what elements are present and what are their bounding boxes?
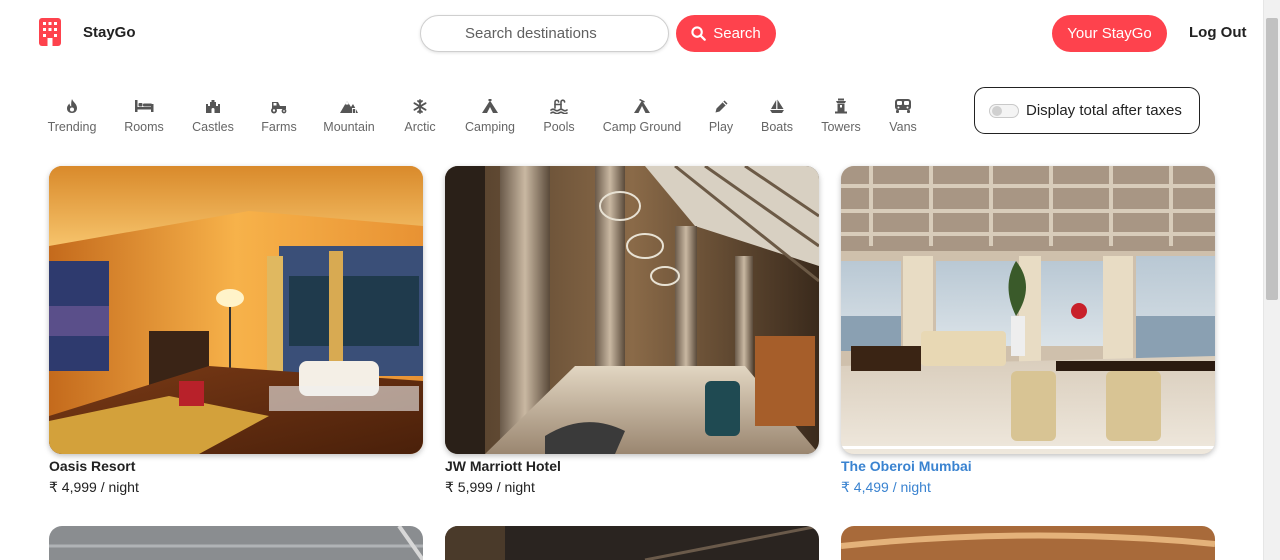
navbar: StayGo Search Your StayGo Log Out: [0, 0, 1263, 68]
listing-price: ₹ 4,999 / night: [49, 479, 139, 495]
listing-title: JW Marriott Hotel: [445, 458, 561, 474]
filter-label: Towers: [821, 120, 861, 134]
logout-link[interactable]: Log Out: [1189, 24, 1246, 41]
filter-vans[interactable]: Vans: [886, 96, 920, 140]
tractor-icon: [269, 96, 289, 116]
filter-label: Play: [708, 120, 734, 134]
bed-icon: [134, 96, 154, 116]
filter-label: Trending: [47, 120, 97, 134]
fire-icon: [62, 96, 82, 116]
campground-icon: [632, 96, 652, 116]
filter-label: Arctic: [404, 120, 436, 134]
listing-price: ₹ 4,499 / night: [841, 479, 931, 495]
listing-image[interactable]: [445, 166, 819, 454]
listing-title: The Oberoi Mumbai: [841, 458, 972, 474]
listing-card[interactable]: The Oberoi Mumbai ₹ 4,499 / night: [841, 166, 1215, 496]
search-button[interactable]: Search: [676, 15, 776, 52]
search-icon: [691, 26, 707, 41]
filter-label: Castles: [192, 120, 234, 134]
filter-label: Rooms: [124, 120, 164, 134]
filter-label: Farms: [261, 120, 297, 134]
snowflake-icon: [410, 96, 430, 116]
listing-card[interactable]: JW Marriott Hotel ₹ 5,999 / night: [445, 166, 819, 496]
listing-image[interactable]: [49, 166, 423, 454]
your-staygo-button[interactable]: Your StayGo: [1052, 15, 1167, 52]
hotel-logo-icon[interactable]: [38, 17, 62, 47]
filter-label: Mountain: [323, 120, 375, 134]
filter-rooms[interactable]: Rooms: [122, 96, 166, 140]
filter-label: Camping: [464, 120, 516, 134]
pool-icon: [549, 96, 569, 116]
filter-camping[interactable]: Camping: [463, 96, 517, 140]
search-input[interactable]: [420, 15, 669, 52]
filter-label: Pools: [543, 120, 575, 134]
filter-label: Vans: [889, 120, 917, 134]
listing-card-image-partial[interactable]: [445, 526, 819, 560]
filter-towers[interactable]: Towers: [820, 96, 862, 140]
filter-boats[interactable]: Boats: [759, 96, 795, 140]
filter-label: Camp Ground: [602, 120, 682, 134]
page-scrollbar[interactable]: [1263, 0, 1280, 560]
filter-play[interactable]: Play: [705, 96, 737, 140]
tower-icon: [831, 96, 851, 116]
listing-card-image-partial[interactable]: [49, 526, 423, 560]
castle-icon: [203, 96, 223, 116]
tax-toggle-switch[interactable]: [989, 103, 1019, 118]
pen-icon: [711, 96, 731, 116]
brand-name[interactable]: StayGo: [83, 24, 136, 41]
filter-label: Boats: [761, 120, 793, 134]
van-icon: [893, 96, 913, 116]
filter-castles[interactable]: Castles: [190, 96, 236, 140]
switch-knob: [992, 105, 1002, 116]
filter-camp-ground[interactable]: Camp Ground: [601, 96, 683, 140]
sailboat-icon: [767, 96, 787, 116]
listing-card[interactable]: Oasis Resort ₹ 4,999 / night: [49, 166, 423, 496]
listing-price: ₹ 5,999 / night: [445, 479, 535, 495]
scrollbar-thumb[interactable]: [1266, 18, 1278, 300]
filter-farms[interactable]: Farms: [258, 96, 300, 140]
filter-mountain[interactable]: Mountain: [322, 96, 376, 140]
listing-image[interactable]: [841, 166, 1215, 454]
filter-trending[interactable]: Trending: [48, 96, 96, 140]
search-button-label: Search: [713, 25, 761, 42]
tent-icon: [480, 96, 500, 116]
tax-toggle-label: Display total after taxes: [1026, 102, 1182, 119]
mountain-icon: [339, 96, 359, 116]
listing-card-image-partial[interactable]: [841, 526, 1215, 560]
filter-arctic[interactable]: Arctic: [401, 96, 439, 140]
listing-title: Oasis Resort: [49, 458, 136, 474]
filter-pools[interactable]: Pools: [542, 96, 576, 140]
tax-toggle[interactable]: Display total after taxes: [974, 87, 1200, 134]
